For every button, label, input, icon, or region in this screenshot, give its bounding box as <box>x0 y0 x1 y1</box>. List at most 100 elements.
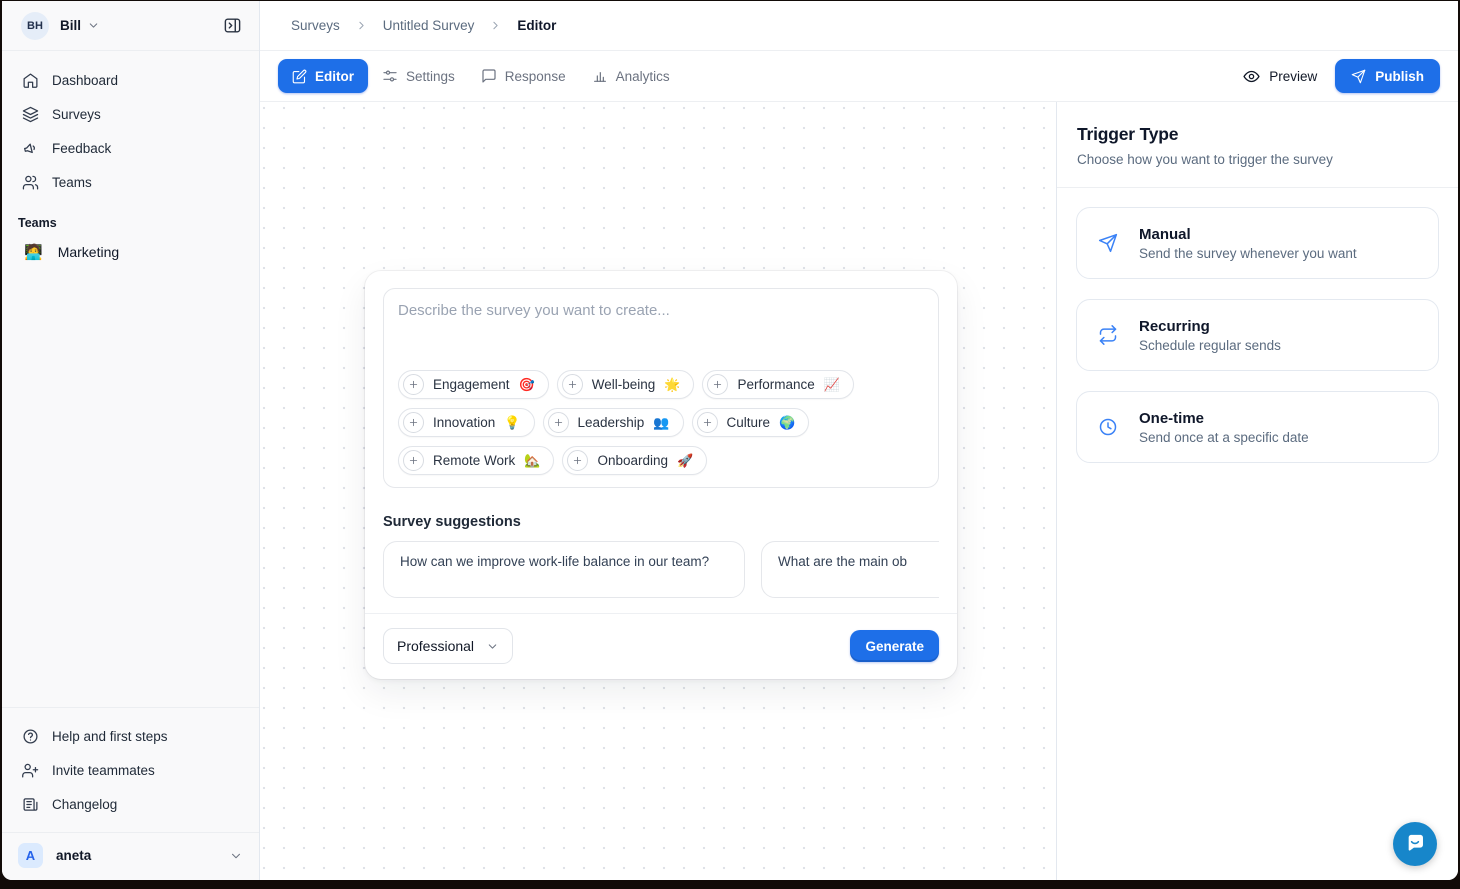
sidebar-item-invite[interactable]: Invite teammates <box>14 753 247 787</box>
chevron-down-icon <box>486 640 499 653</box>
breadcrumb-untitled-survey[interactable]: Untitled Survey <box>383 18 475 33</box>
chip-emoji: 🏡 <box>524 454 540 467</box>
publish-button[interactable]: Publish <box>1335 59 1440 93</box>
plus-icon <box>403 374 424 395</box>
trigger-option-description: Schedule regular sends <box>1139 338 1281 353</box>
tab-response[interactable]: Response <box>469 59 578 93</box>
sidebar-item-dashboard[interactable]: Dashboard <box>14 63 247 97</box>
editor-toolbar: Editor Settings Response Analytics <box>260 51 1458 102</box>
repeat-icon <box>1098 325 1118 345</box>
plus-icon <box>403 412 424 433</box>
chevron-down-icon[interactable] <box>87 19 100 32</box>
chevron-right-icon <box>489 19 502 32</box>
chip-emoji: 👥 <box>653 416 669 429</box>
app-window: BH Bill Dashboard Surv <box>2 1 1458 880</box>
chip-leadership[interactable]: Leadership 👥 <box>543 408 684 437</box>
plus-icon <box>403 450 424 471</box>
sidebar: BH Bill Dashboard Surv <box>2 1 260 880</box>
suggestion-card[interactable]: How can we improve work-life balance in … <box>383 541 745 598</box>
preview-button[interactable]: Preview <box>1243 68 1317 85</box>
megaphone-icon <box>22 140 39 157</box>
chip-label: Innovation <box>433 415 495 430</box>
users-icon <box>22 174 39 191</box>
chip-emoji: 💡 <box>504 416 520 429</box>
trigger-type-panel: Trigger Type Choose how you want to trig… <box>1056 102 1458 880</box>
composer-footer: Professional Generate <box>365 613 957 679</box>
chip-well-being[interactable]: Well-being 🌟 <box>557 370 695 399</box>
plus-icon <box>697 412 718 433</box>
breadcrumb-editor: Editor <box>517 18 556 33</box>
trigger-option-one-time[interactable]: One-time Send once at a specific date <box>1076 391 1439 463</box>
breadcrumb-surveys[interactable]: Surveys <box>291 18 340 33</box>
publish-label: Publish <box>1375 69 1424 84</box>
sliders-icon <box>382 68 398 84</box>
trigger-options: Manual Send the survey whenever you want… <box>1057 188 1458 482</box>
trigger-option-title: Manual <box>1139 226 1357 243</box>
sidebar-item-changelog[interactable]: Changelog <box>14 787 247 821</box>
workspace-avatar: BH <box>21 12 49 40</box>
sidebar-team-marketing[interactable]: 🧑‍💻 Marketing <box>14 235 247 269</box>
teams-section-heading: Teams <box>2 216 259 230</box>
chip-emoji: 📈 <box>824 378 840 391</box>
sidebar-item-label: Surveys <box>52 107 101 122</box>
sidebar-item-label: Invite teammates <box>52 763 155 778</box>
account-menu[interactable]: A aneta <box>2 832 259 880</box>
main-area: Surveys Untitled Survey Editor Editor <box>260 1 1458 880</box>
chat-bubble-icon <box>1404 832 1426 857</box>
survey-description-input[interactable] <box>398 302 924 370</box>
toolbar-actions: Preview Publish <box>1243 59 1440 93</box>
chip-performance[interactable]: Performance 📈 <box>702 370 853 399</box>
bar-chart-icon <box>592 68 608 84</box>
message-square-icon <box>481 68 497 84</box>
collapse-sidebar-button[interactable] <box>219 13 245 39</box>
sidebar-item-surveys[interactable]: Surveys <box>14 97 247 131</box>
sidebar-item-label: Feedback <box>52 141 111 156</box>
sidebar-item-label: Help and first steps <box>52 729 168 744</box>
chevron-down-icon <box>229 849 243 863</box>
tab-settings[interactable]: Settings <box>370 59 467 93</box>
chip-label: Onboarding <box>597 453 668 468</box>
sidebar-item-teams[interactable]: Teams <box>14 165 247 199</box>
tab-editor[interactable]: Editor <box>278 59 368 93</box>
chip-label: Engagement <box>433 377 510 392</box>
survey-composer-card: Engagement 🎯 Well-being 🌟 <box>365 271 957 679</box>
chip-label: Remote Work <box>433 453 515 468</box>
sidebar-footer: Help and first steps Invite teammates Ch… <box>2 707 259 832</box>
generate-button[interactable]: Generate <box>850 630 939 662</box>
chip-engagement[interactable]: Engagement 🎯 <box>398 370 549 399</box>
tab-label: Analytics <box>616 69 670 84</box>
suggestion-card[interactable]: What are the main ob <box>761 541 939 598</box>
chip-emoji: 🎯 <box>519 378 535 391</box>
team-emoji: 🧑‍💻 <box>24 245 43 260</box>
plus-icon <box>562 374 583 395</box>
workspace-name[interactable]: Bill <box>60 18 81 33</box>
panel-title: Trigger Type <box>1077 124 1438 145</box>
layers-icon <box>22 106 39 123</box>
plus-icon <box>567 450 588 471</box>
eye-icon <box>1243 68 1260 85</box>
sidebar-item-help[interactable]: Help and first steps <box>14 719 247 753</box>
tab-label: Response <box>505 69 566 84</box>
tab-label: Editor <box>315 69 354 84</box>
chip-innovation[interactable]: Innovation 💡 <box>398 408 535 437</box>
chip-culture[interactable]: Culture 🌍 <box>692 408 810 437</box>
user-plus-icon <box>22 762 39 779</box>
workarea: Engagement 🎯 Well-being 🌟 <box>260 102 1458 880</box>
chip-emoji: 🌍 <box>779 416 795 429</box>
sidebar-spacer <box>2 269 259 707</box>
clock-icon <box>1098 417 1118 437</box>
trigger-option-manual[interactable]: Manual Send the survey whenever you want <box>1076 207 1439 279</box>
newspaper-icon <box>22 796 39 813</box>
chip-remote-work[interactable]: Remote Work 🏡 <box>398 446 554 475</box>
chip-label: Well-being <box>592 377 656 392</box>
trigger-option-recurring[interactable]: Recurring Schedule regular sends <box>1076 299 1439 371</box>
suggestions-carousel: How can we improve work-life balance in … <box>383 541 939 598</box>
chat-launcher-button[interactable] <box>1393 822 1437 866</box>
editor-canvas[interactable]: Engagement 🎯 Well-being 🌟 <box>260 102 1056 880</box>
tone-select[interactable]: Professional <box>383 628 513 664</box>
sidebar-item-feedback[interactable]: Feedback <box>14 131 247 165</box>
edit-icon <box>292 69 307 84</box>
tab-analytics[interactable]: Analytics <box>580 59 682 93</box>
suggestions-heading: Survey suggestions <box>383 514 939 530</box>
chip-onboarding[interactable]: Onboarding 🚀 <box>562 446 707 475</box>
